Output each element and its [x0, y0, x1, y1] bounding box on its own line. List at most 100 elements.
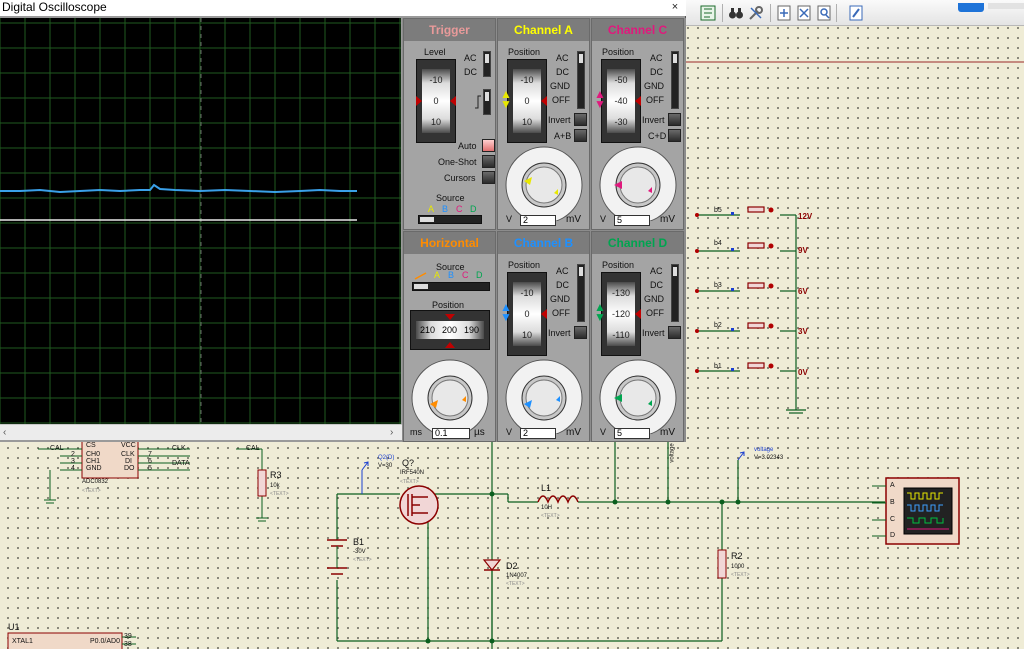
- trigger-title: Trigger: [404, 19, 495, 41]
- l1-value: 10H: [541, 505, 553, 511]
- channel-c-coupling-switch[interactable]: [671, 51, 679, 109]
- adc-pin-ch0: CH0: [86, 451, 101, 458]
- scroll-right-icon[interactable]: ›: [390, 427, 393, 438]
- q2-probe-label: Q2(D): [378, 455, 395, 461]
- trigger-coupling-ac: AC: [464, 53, 477, 63]
- horizontal-panel: Horizontal Source A B C D Position 210 2…: [403, 231, 496, 442]
- r2-text: <TEXT>: [731, 572, 750, 578]
- channel-a-position-drum[interactable]: -10 0 10: [512, 68, 542, 134]
- channel-b-position-drum[interactable]: -10 0 10: [512, 281, 542, 347]
- channel-d-coupling-switch[interactable]: [671, 264, 679, 322]
- channel-a-coupling-off: OFF: [552, 95, 570, 105]
- oscilloscope-title-bar[interactable]: Digital Oscilloscope ×: [0, 0, 686, 16]
- channel-c-tick: -40: [614, 96, 628, 106]
- one-shot-button[interactable]: [482, 155, 495, 168]
- level-drum[interactable]: -10 0 10: [421, 68, 451, 134]
- horizontal-position-label: Position: [432, 300, 465, 310]
- scroll-left-icon[interactable]: ‹: [3, 427, 6, 438]
- oscilloscope-screen[interactable]: [0, 18, 401, 424]
- channel-d-coupling-dc: DC: [650, 280, 663, 290]
- channel-b-tick: 10: [521, 330, 532, 340]
- trigger-panel: Trigger Level -10 0 10 AC DC Auto One-Sh…: [403, 18, 496, 230]
- zoom-sheet-icon[interactable]: [814, 3, 834, 23]
- adc-pin-num: 4: [71, 465, 75, 472]
- horizontal-source-d: D: [476, 270, 483, 280]
- trigger-coupling-switch[interactable]: [483, 51, 491, 77]
- level-marker-right-icon: [450, 96, 456, 106]
- trigger-coupling-dc: DC: [464, 67, 477, 77]
- adc-pin-vcc: VCC: [121, 442, 136, 449]
- trigger-source-label: Source: [436, 193, 465, 203]
- trigger-source-slider[interactable]: [418, 215, 482, 224]
- channel-c-volt-label: V: [600, 214, 607, 224]
- r2-value: 1000: [731, 564, 745, 570]
- trigger-edge-switch[interactable]: [483, 89, 491, 115]
- wire-label-icon[interactable]: [698, 3, 718, 23]
- adc-pin-cs: CS: [86, 442, 96, 449]
- b1-ref: B1: [353, 537, 365, 547]
- channel-d-coupling-gnd: GND: [644, 294, 664, 304]
- channel-d-volt-label: V: [600, 427, 607, 437]
- edit-icon[interactable]: [846, 3, 866, 23]
- channel-a-panel: Channel A Position -10 0 10 ▲ ▼ AC DC GND…: [497, 18, 590, 230]
- channel-a-invert-label: Invert: [548, 115, 571, 125]
- trigger-source-b: B: [442, 204, 449, 214]
- tools-icon[interactable]: [746, 3, 766, 23]
- level-marker-left-icon: [416, 96, 422, 106]
- horizontal-scrollbar[interactable]: ‹ ›: [0, 424, 402, 440]
- main-toolbar: [686, 0, 1024, 26]
- channel-b-scale-value[interactable]: 2: [520, 428, 556, 439]
- voltage-probe-value: V=3.02343: [754, 455, 784, 461]
- channel-d-position-drum[interactable]: -130 -120 -110: [606, 281, 636, 347]
- channel-a-tick: 0: [524, 96, 530, 106]
- q2-ref: Q?: [402, 458, 415, 468]
- binoculars-icon[interactable]: [726, 3, 746, 23]
- supply-label: 3V: [798, 327, 808, 336]
- channel-c-scale-unit: mV: [660, 214, 675, 225]
- cursors-button[interactable]: [482, 171, 495, 184]
- channel-c-combine-label: C+D: [648, 131, 667, 141]
- channel-c-invert-button[interactable]: [668, 113, 681, 126]
- channel-a-coupling-dc: DC: [556, 67, 569, 77]
- remove-sheet-icon[interactable]: [794, 3, 814, 23]
- channel-a-coupling-switch[interactable]: [577, 51, 585, 109]
- channel-c-position-drum[interactable]: -50 -40 -30: [606, 68, 636, 134]
- channel-d-tick: -110: [612, 330, 630, 340]
- channel-a-position-label: Position: [508, 47, 541, 57]
- channel-d-position-label: Position: [602, 260, 635, 270]
- channel-d-volts-knob[interactable]: [594, 354, 682, 434]
- mode-one-shot: One-Shot: [438, 157, 477, 167]
- level-tick: 10: [430, 117, 441, 127]
- channel-b-marker-icon: [541, 309, 547, 319]
- channel-d-scale-value[interactable]: 5: [614, 428, 650, 439]
- channel-d-invert-button[interactable]: [668, 326, 681, 339]
- channel-c-coupling-ac: AC: [650, 53, 663, 63]
- toolbar-separator: [770, 4, 771, 22]
- channel-c-title: Channel C: [592, 19, 683, 41]
- data-net-label: DATA: [172, 460, 190, 467]
- new-sheet-icon[interactable]: [774, 3, 794, 23]
- close-button[interactable]: ×: [668, 1, 682, 14]
- channel-d-coupling-ac: AC: [650, 266, 663, 276]
- channel-c-position-label: Position: [602, 47, 635, 57]
- ramp-icon: [414, 272, 427, 280]
- adc-pin-num: 6: [148, 458, 152, 465]
- level-tick: 0: [433, 96, 439, 106]
- channel-d-invert-label: Invert: [642, 328, 665, 338]
- oscilloscope-title: Digital Oscilloscope: [2, 0, 107, 14]
- auto-button[interactable]: [482, 139, 495, 152]
- channel-a-scale-value[interactable]: 2: [520, 215, 556, 226]
- horizontal-position-drum[interactable]: 210 200 190: [415, 320, 485, 340]
- horizontal-time-knob[interactable]: [406, 354, 494, 434]
- scope-input-a: A: [890, 482, 895, 489]
- horizontal-source-slider[interactable]: [412, 282, 490, 291]
- channel-b-invert-button[interactable]: [574, 326, 587, 339]
- channel-c-scale-value[interactable]: 5: [614, 215, 650, 226]
- channel-c-volts-knob[interactable]: [594, 141, 682, 221]
- channel-a-volts-knob[interactable]: [500, 141, 588, 221]
- horizontal-source-c: C: [462, 270, 469, 280]
- channel-b-coupling-switch[interactable]: [577, 264, 585, 322]
- channel-a-invert-button[interactable]: [574, 113, 587, 126]
- channel-b-volts-knob[interactable]: [500, 354, 588, 434]
- horizontal-time-value[interactable]: 0.1: [432, 428, 470, 439]
